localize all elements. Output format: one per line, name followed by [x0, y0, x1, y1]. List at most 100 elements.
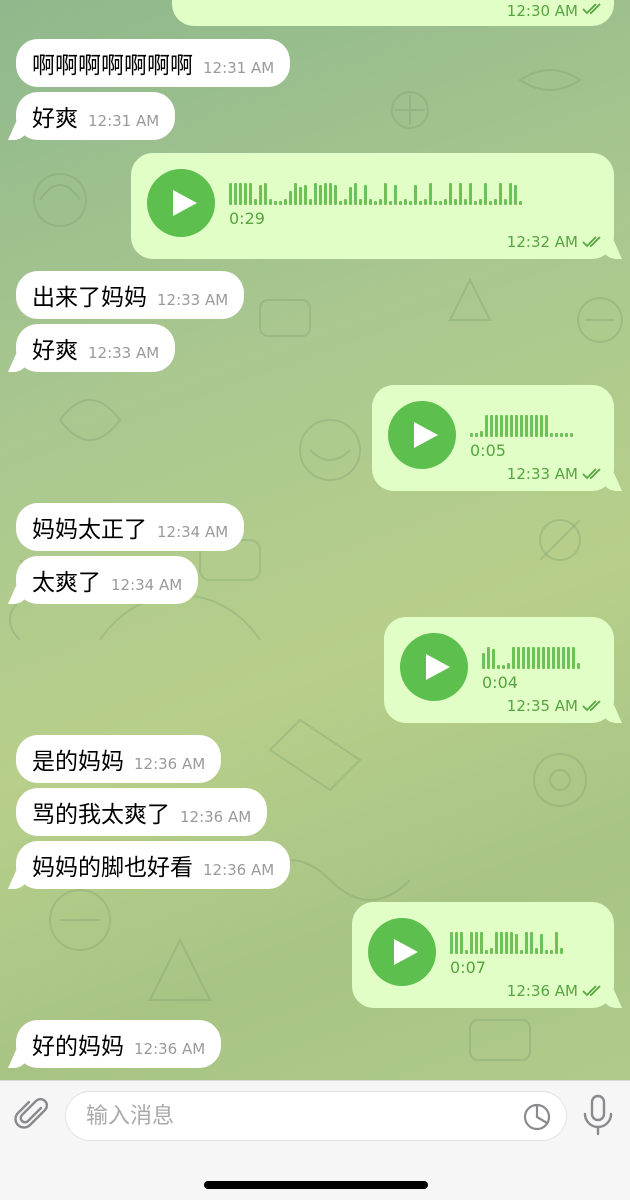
waveform-bar: [515, 934, 518, 954]
waveform-bar: [525, 415, 528, 437]
waveform-bar: [259, 185, 262, 205]
waveform-bar: [339, 201, 342, 205]
waveform-bar: [465, 950, 468, 954]
waveform-bar: [464, 199, 467, 205]
waveform-bar: [394, 185, 397, 205]
waveform-bar: [299, 187, 302, 205]
waveform-bar: [494, 199, 497, 205]
waveform-bar: [527, 647, 530, 669]
voice-duration: 0:04: [482, 673, 518, 692]
waveform-bar: [449, 183, 452, 205]
message-time: 12:36 AM: [134, 1040, 206, 1058]
waveform-bar: [239, 183, 242, 205]
waveform-bar: [414, 185, 417, 205]
message-text: 妈妈的脚也好看: [32, 855, 193, 881]
incoming-message[interactable]: 好爽 12:31 AM: [16, 92, 176, 140]
incoming-message[interactable]: 太爽了 12:34 AM: [16, 556, 199, 604]
waveform-bar: [487, 647, 490, 669]
waveform-bar: [570, 433, 573, 437]
waveform-bar: [424, 199, 427, 205]
waveform-bar: [512, 647, 515, 669]
waveform-bar: [419, 201, 422, 205]
play-icon: [413, 422, 438, 448]
waveform-bar: [497, 665, 500, 669]
message-time: 12:36 AM: [180, 808, 252, 826]
incoming-message[interactable]: 妈妈太正了 12:34 AM: [16, 503, 245, 551]
waveform-bar: [229, 183, 232, 205]
waveform-bar: [409, 201, 412, 205]
message-time: 12:35 AM: [506, 697, 578, 715]
waveform-bar: [502, 665, 505, 669]
waveform-bar: [567, 647, 570, 669]
outgoing-voice-message[interactable]: 0:07 12:36 AM: [352, 902, 614, 1008]
message-text: 出来了妈妈: [32, 285, 147, 311]
play-icon: [393, 939, 418, 965]
play-button[interactable]: [388, 401, 456, 469]
waveform-bar: [540, 934, 543, 954]
voice-duration: 0:29: [229, 209, 265, 228]
incoming-message[interactable]: 是的妈妈 12:36 AM: [16, 735, 222, 783]
waveform-bar: [434, 201, 437, 205]
outgoing-voice-message[interactable]: 0:04 12:35 AM: [384, 617, 614, 723]
read-checkmarks-icon: [582, 3, 601, 15]
sticker-icon[interactable]: [522, 1102, 552, 1132]
waveform-bar: [577, 663, 580, 669]
message-time: 12:34 AM: [111, 576, 183, 594]
waveform-bar: [510, 932, 513, 954]
waveform-bar: [244, 183, 247, 205]
waveform-bar: [324, 183, 327, 205]
waveform-bar: [475, 932, 478, 954]
waveform-bar: [519, 201, 522, 205]
incoming-message[interactable]: 妈妈的脚也好看 12:36 AM: [16, 841, 291, 889]
waveform-bar: [364, 185, 367, 205]
waveform-bar: [384, 183, 387, 205]
waveform-bar: [379, 199, 382, 205]
waveform-bar: [319, 185, 322, 205]
waveform-bar: [485, 415, 488, 437]
waveform-bar: [490, 948, 493, 954]
waveform-bar: [369, 199, 372, 205]
outgoing-voice-message[interactable]: 0:29 12:32 AM: [131, 153, 614, 259]
play-button[interactable]: [147, 169, 215, 237]
waveform-bar: [404, 199, 407, 205]
waveform-bar: [329, 183, 332, 205]
waveform-bar: [470, 433, 473, 437]
waveform-bar: [334, 185, 337, 205]
message-text: 太爽了: [32, 570, 101, 596]
incoming-message[interactable]: 好爽 12:33 AM: [16, 324, 176, 372]
incoming-message[interactable]: 骂的我太爽了 12:36 AM: [16, 788, 268, 836]
message-list[interactable]: 12:30 AM 啊啊啊啊啊啊啊 12:31 AM 好爽 12:31 AM 0:…: [0, 0, 630, 1080]
incoming-message[interactable]: 好的妈妈 12:36 AM: [16, 1020, 222, 1068]
waveform-bar: [505, 415, 508, 437]
message-text: 好爽: [32, 106, 78, 132]
message-field[interactable]: [65, 1091, 567, 1141]
waveform-bar: [359, 199, 362, 205]
waveform-bar: [545, 950, 548, 954]
message-time: 12:34 AM: [157, 523, 229, 541]
message-input-bar: [0, 1080, 630, 1200]
play-icon: [425, 654, 450, 680]
waveform-bar: [520, 950, 523, 954]
outgoing-voice-message[interactable]: 0:05 12:33 AM: [372, 385, 614, 491]
message-input[interactable]: [86, 1092, 506, 1140]
waveform-bar: [505, 932, 508, 954]
waveform-bar: [460, 932, 463, 954]
waveform-bar: [399, 201, 402, 205]
attach-icon[interactable]: [14, 1096, 52, 1134]
waveform-bar: [479, 199, 482, 205]
message-time: 12:36 AM: [134, 755, 206, 773]
waveform-bar: [249, 183, 252, 205]
waveform-bar: [542, 647, 545, 669]
waveform-bar: [507, 663, 510, 669]
incoming-message[interactable]: 出来了妈妈 12:33 AM: [16, 271, 245, 319]
play-button[interactable]: [368, 918, 436, 986]
waveform-bar: [482, 653, 485, 669]
microphone-icon[interactable]: [580, 1094, 616, 1136]
waveform-bar: [374, 201, 377, 205]
voice-message-partial[interactable]: 12:30 AM: [172, 0, 614, 26]
waveform-bar: [510, 415, 513, 437]
waveform-bar: [264, 183, 267, 205]
play-button[interactable]: [400, 633, 468, 701]
incoming-message[interactable]: 啊啊啊啊啊啊啊 12:31 AM: [16, 39, 291, 87]
waveform-bar: [517, 647, 520, 669]
